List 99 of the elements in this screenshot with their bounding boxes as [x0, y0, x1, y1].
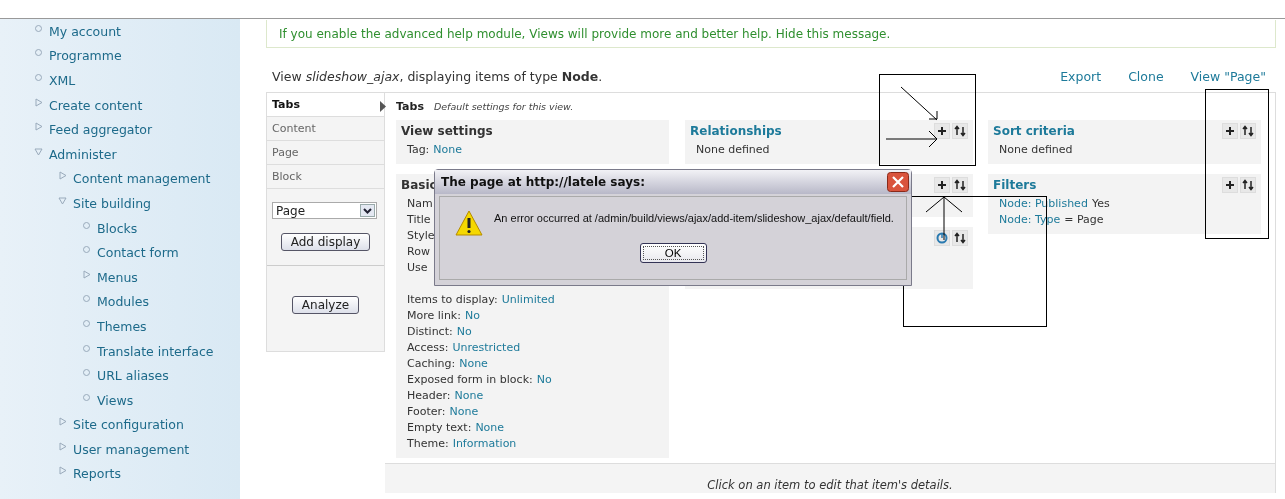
- setting-label: = Page: [1064, 212, 1104, 228]
- rearrange-icon[interactable]: [1240, 177, 1256, 193]
- bullet-icon: [34, 48, 43, 58]
- setting-label: Header:: [407, 388, 451, 404]
- setting-link[interactable]: None: [449, 404, 479, 420]
- setting-link[interactable]: No: [536, 372, 552, 388]
- bullet-icon: [82, 343, 91, 353]
- setting-label: None defined: [696, 142, 770, 158]
- bullet-icon: [82, 220, 91, 230]
- setting-label: Exposed form in block:: [407, 372, 533, 388]
- setting-label: Access:: [407, 340, 449, 356]
- rearrange-icon[interactable]: [952, 230, 968, 246]
- setting-link[interactable]: No: [456, 324, 472, 340]
- setting-label: Distinct:: [407, 324, 453, 340]
- pointer-triangle-icon: [380, 101, 386, 112]
- setting-label: Style: [407, 228, 435, 244]
- sidebar-item[interactable]: Content management: [73, 171, 211, 187]
- panel-title[interactable]: Relationships: [690, 124, 782, 138]
- panel-title[interactable]: Sort criteria: [993, 124, 1075, 138]
- setting-label: Caching:: [407, 356, 456, 372]
- dialog-message: An error occurred at /admin/build/views/ajax/add-item/slideshow_ajax/default/field.: [494, 212, 894, 224]
- loading-icon[interactable]: [934, 230, 950, 246]
- sidebar-item[interactable]: Feed aggregator: [49, 122, 153, 138]
- bullet-icon: [82, 245, 91, 255]
- sidebar-item[interactable]: Site building: [73, 195, 152, 211]
- sidebar-item[interactable]: Blocks: [97, 220, 138, 236]
- section-subtitle: Default settings for this view.: [433, 101, 574, 112]
- bullet-icon: [82, 368, 91, 378]
- setting-link[interactable]: Unrestricted: [452, 340, 521, 356]
- panel-title[interactable]: Filters: [993, 178, 1037, 192]
- sidebar-item[interactable]: Views: [97, 392, 134, 408]
- setting-link[interactable]: None: [459, 356, 488, 372]
- bullet-icon: [82, 318, 91, 328]
- setting-label: Footer:: [407, 404, 446, 420]
- sidebar-item[interactable]: Administer: [49, 146, 117, 162]
- help-message: If you enable the advanced help module, Views will provide more and better help.: [279, 26, 773, 41]
- sidebar-item[interactable]: Reports: [73, 466, 121, 482]
- sidebar-item[interactable]: Themes: [97, 318, 147, 334]
- view-action-link[interactable]: Clone: [1128, 69, 1164, 84]
- sidebar-item[interactable]: Menus: [97, 269, 138, 285]
- hint-text: Click on an item to edit that item's details.: [707, 477, 953, 493]
- annotation-arrow: [900, 86, 938, 121]
- setting-link[interactable]: No: [464, 308, 480, 324]
- panel-title: View settings: [401, 124, 493, 138]
- setting-label: Row: [407, 244, 430, 260]
- sidebar-item[interactable]: Translate interface: [97, 343, 214, 359]
- setting-label: Empty text:: [407, 420, 472, 436]
- display-tab[interactable]: Block: [267, 165, 384, 189]
- add-display-button[interactable]: Add display: [280, 233, 371, 251]
- setting-label: Theme:: [407, 436, 449, 452]
- display-tab[interactable]: Page: [267, 141, 384, 165]
- bullet-icon: [82, 392, 91, 402]
- sidebar-item[interactable]: User management: [73, 441, 190, 457]
- setting-link[interactable]: Information: [452, 436, 517, 452]
- add-icon[interactable]: [934, 177, 950, 193]
- annotation-arrow: [885, 130, 938, 148]
- setting-label: Tag:: [407, 142, 430, 158]
- close-icon[interactable]: [887, 172, 909, 192]
- sidebar-item[interactable]: Contact form: [97, 245, 179, 261]
- setting-label: Items to display:: [407, 292, 498, 308]
- sidebar-item[interactable]: My account: [49, 23, 121, 39]
- setting-link[interactable]: None: [433, 142, 463, 158]
- analyze-button[interactable]: Analyze: [291, 296, 360, 314]
- dialog-title: The page at http://latele says:: [441, 175, 645, 189]
- sidebar-item[interactable]: Site configuration: [73, 417, 184, 433]
- setting-label: Nam: [407, 196, 433, 212]
- bullet-icon: [34, 73, 43, 82]
- view-description: View slideshow_ajax, displaying items of type Node.: [272, 69, 603, 84]
- setting-label: None defined: [999, 142, 1073, 158]
- section-title: Tabs: [396, 100, 424, 113]
- display-tab[interactable]: Content: [267, 117, 384, 141]
- setting-label: Title: [407, 212, 431, 228]
- warning-icon: [454, 209, 484, 237]
- rearrange-icon[interactable]: [1240, 123, 1256, 139]
- sidebar-item[interactable]: Modules: [97, 294, 149, 310]
- add-icon[interactable]: [1222, 177, 1238, 193]
- sidebar-item[interactable]: URL aliases: [97, 368, 169, 384]
- rearrange-icon[interactable]: [952, 123, 968, 139]
- display-tab[interactable]: Tabs: [267, 93, 384, 117]
- bullet-icon: [82, 294, 91, 304]
- setting-link[interactable]: Unlimited: [501, 292, 555, 308]
- display-select[interactable]: Page: [272, 202, 377, 219]
- bullet-icon: [34, 23, 43, 33]
- view-action-link[interactable]: View "Page": [1190, 69, 1266, 84]
- setting-label: Yes: [1091, 196, 1110, 212]
- hide-message-link[interactable]: Hide this message.: [775, 26, 891, 41]
- add-icon[interactable]: [1222, 123, 1238, 139]
- annotation-arrow: [925, 196, 963, 241]
- setting-link[interactable]: None: [475, 420, 505, 436]
- rearrange-icon[interactable]: [952, 177, 968, 193]
- add-icon[interactable]: [934, 123, 950, 139]
- setting-link[interactable]: None: [454, 388, 484, 404]
- sidebar-item[interactable]: Create content: [49, 97, 143, 113]
- setting-label: Use: [407, 260, 428, 276]
- sidebar-item[interactable]: XML: [49, 73, 76, 88]
- view-action-link[interactable]: Export: [1060, 69, 1102, 84]
- setting-label: More link:: [407, 308, 461, 324]
- sidebar-item[interactable]: Programme: [49, 48, 122, 64]
- ok-button[interactable]: OK: [639, 243, 707, 263]
